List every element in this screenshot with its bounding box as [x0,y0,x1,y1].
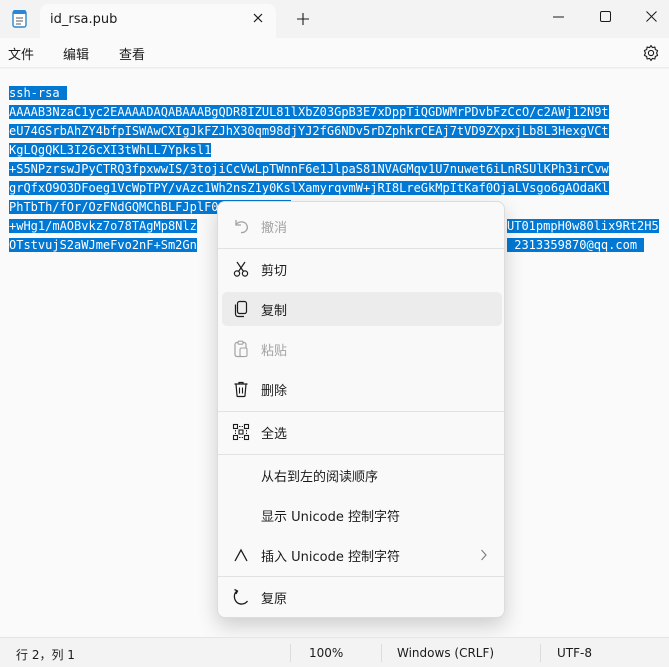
editor-line-tail: 2313359870@qq.com [507,238,645,252]
zoom-level[interactable]: 100% [309,646,343,660]
menu-label: 复原 [261,592,288,607]
status-divider [381,644,382,662]
delete-icon [234,381,248,398]
file-tab[interactable]: id_rsa.pub [40,4,276,38]
editor-line: +wHg1/mAOBvkz7o78TAgMp8Nlz [9,219,197,233]
select-all-icon [232,423,250,441]
menu-edit[interactable]: 编辑 [63,44,89,63]
separator [218,248,504,249]
menu-item-cut[interactable]: 剪切 [222,252,502,286]
menu-label: 删除 [261,384,288,399]
settings-gear-icon[interactable] [642,44,660,62]
encoding[interactable]: UTF-8 [557,646,592,660]
editor-line: grQfxO9O3DFoeg1VcWpTPY/vAzc1Wh2nsZ1y0Ksl… [9,181,609,195]
editor-line: AAAAB3NzaC1yc2EAAAADAQABAAABgQDR8IZUL81l… [9,105,609,119]
title-bar: id_rsa.pub [0,0,669,38]
menu-item-delete[interactable]: 删除 [222,372,502,406]
menu-label: 从右到左的阅读顺序 [261,470,379,485]
menu-item-rtl-reading-order[interactable]: 从右到左的阅读顺序 [222,458,502,492]
editor-line: KgLQgQKL3I26cXI3tWhLL7Ypksl1 [9,143,212,157]
paste-icon [234,340,248,358]
separator [218,411,504,412]
menu-item-select-all[interactable]: 全选 [222,415,502,449]
editor-line-tail: UT01pmpH0w80lix9Rt2H5 [507,219,659,233]
menu-label: 粘贴 [261,344,288,359]
chevron-right-icon [481,549,487,561]
menu-label: 插入 Unicode 控制字符 [261,550,400,565]
menu-label: 剪切 [261,264,288,279]
menu-label: 显示 Unicode 控制字符 [261,510,400,525]
separator [218,454,504,455]
undo-icon [235,220,248,234]
reconvert-icon [233,588,249,605]
context-menu: 撤消 剪切 复制 粘贴 删除 全选 从右到左的阅读顺序 显示 Unicode 控… [217,201,505,618]
status-divider [540,644,541,662]
close-window-icon[interactable] [628,0,669,32]
status-bar: 行 2，列 1 100% Windows (CRLF) UTF-8 [0,637,669,667]
menu-item-reconversion[interactable]: 复原 [222,580,502,614]
menu-file[interactable]: 文件 [8,44,34,63]
menu-label: 全选 [261,427,288,442]
menu-item-paste[interactable]: 粘贴 [222,332,502,366]
cut-icon [233,261,249,277]
menu-view[interactable]: 查看 [119,44,145,63]
menu-bar: 文件 编辑 查看 [0,38,669,68]
insert-caret-icon [234,548,248,562]
editor-line: OTstvujS2aWJmeFvo2nF+Sm2Gn [9,238,197,252]
menu-label: 撤消 [261,221,288,236]
editor-line: ssh-rsa [9,86,67,100]
maximize-icon[interactable] [582,0,628,32]
new-tab-icon[interactable] [294,10,312,28]
tab-title: id_rsa.pub [50,12,118,27]
editor-line: eU74GSrbAhZY4bfpISWAwCXIgJkFZJhX30qm98dj… [9,124,609,138]
minimize-icon[interactable] [535,0,581,32]
separator [218,576,504,577]
menu-item-insert-unicode-control[interactable]: 插入 Unicode 控制字符 [222,538,502,572]
menu-item-copy[interactable]: 复制 [222,292,502,326]
close-tab-icon[interactable] [250,10,266,26]
notepad-icon [12,10,27,28]
menu-item-undo[interactable]: 撤消 [222,209,502,243]
copy-icon [234,300,248,318]
menu-label: 复制 [261,304,288,319]
cursor-position: 行 2，列 1 [16,648,75,662]
menu-item-show-unicode-control[interactable]: 显示 Unicode 控制字符 [222,498,502,532]
status-divider [290,644,291,662]
editor-line: +S5NPzrswJPyCTRQ3fpxwwIS/3tojiCcVwLpTWnn… [9,162,609,176]
line-ending[interactable]: Windows (CRLF) [397,646,494,660]
